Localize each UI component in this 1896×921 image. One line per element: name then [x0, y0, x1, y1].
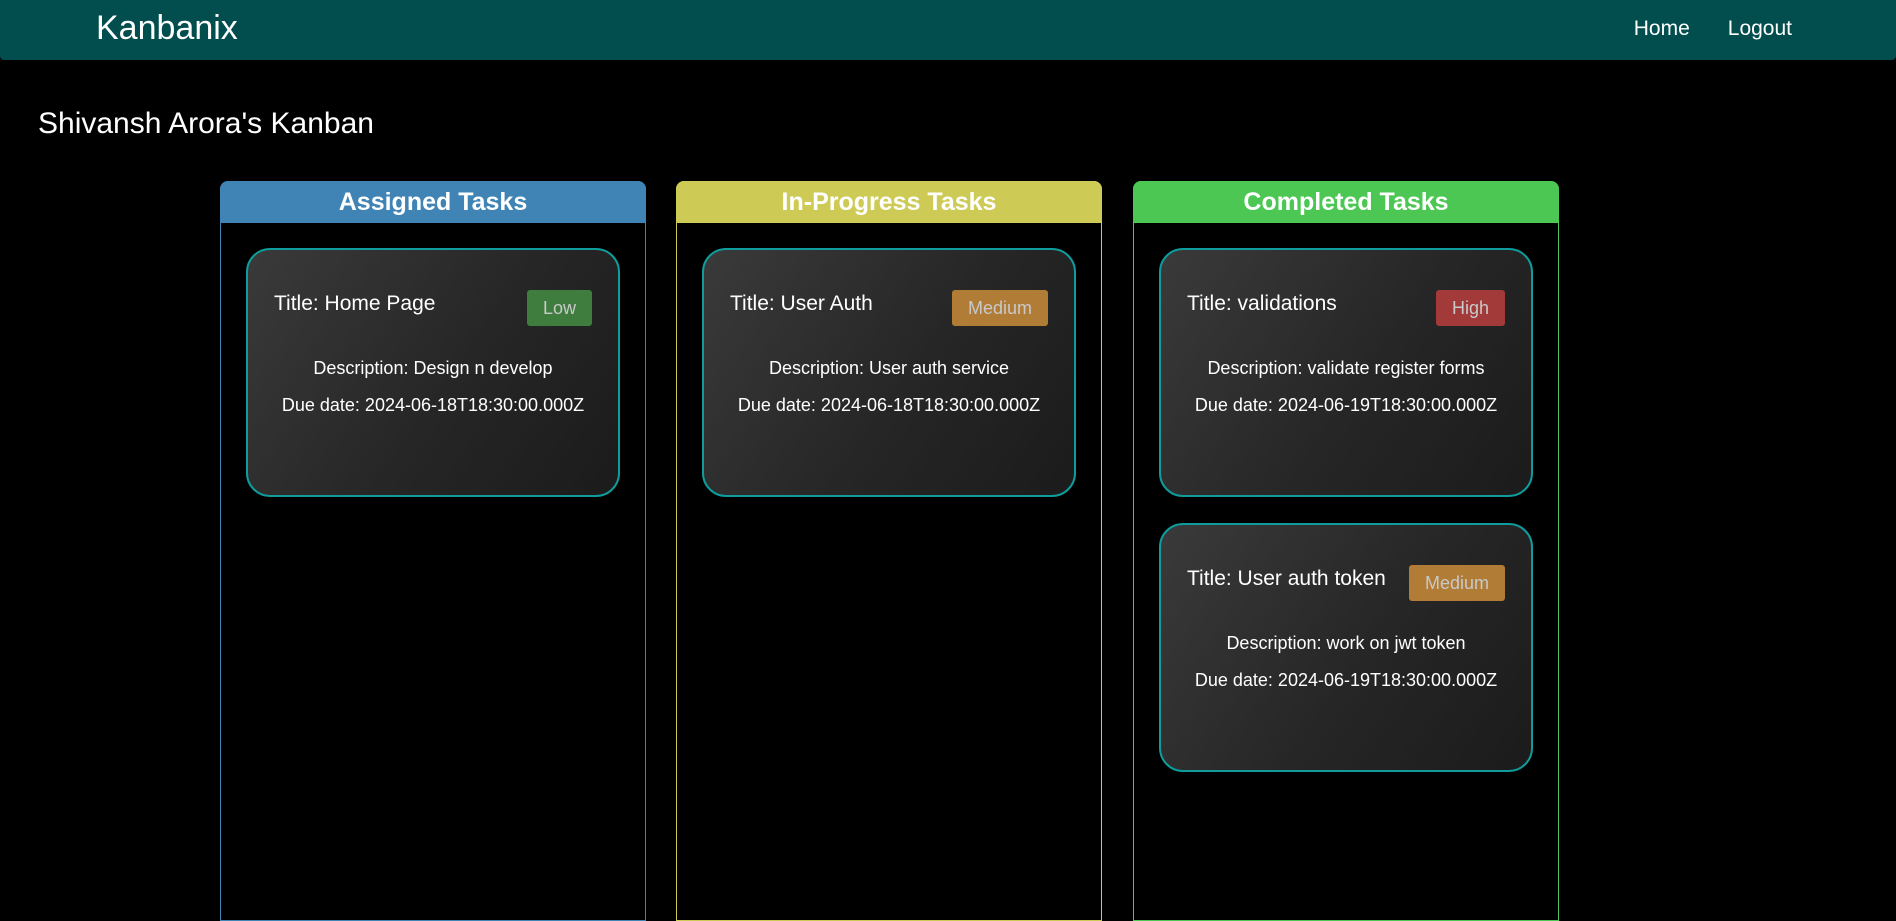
task-title: Title: validations: [1187, 292, 1337, 315]
priority-badge-high: High: [1435, 290, 1505, 326]
task-due-date: Due date: 2024-06-18T18:30:00.000Z: [281, 395, 585, 415]
priority-badge-medium: Medium: [951, 290, 1048, 326]
task-description: Description: validate register forms: [1207, 358, 1485, 378]
task-card[interactable]: Title: validations High Description: val…: [1159, 248, 1533, 497]
nav-home-link[interactable]: Home: [1634, 17, 1690, 41]
column-header-in-progress: In-Progress Tasks: [676, 181, 1102, 223]
priority-badge-medium: Medium: [1408, 565, 1505, 601]
navbar: Kanbanix Home Logout: [0, 0, 1896, 60]
nav-links: Home Logout: [1634, 0, 1792, 58]
priority-badge-low: Low: [526, 290, 592, 326]
task-description: Description: work on jwt token: [1226, 633, 1466, 653]
nav-logout-link[interactable]: Logout: [1728, 17, 1792, 41]
task-due-date: Due date: 2024-06-18T18:30:00.000Z: [737, 395, 1041, 415]
task-description: Description: User auth service: [768, 358, 1010, 378]
task-due-date: Due date: 2024-06-19T18:30:00.000Z: [1194, 670, 1498, 690]
task-title: Title: User auth token: [1187, 567, 1386, 590]
task-card[interactable]: Title: User auth token Medium Descriptio…: [1159, 523, 1533, 772]
task-description: Description: Design n develop: [313, 358, 553, 378]
task-title: Title: Home Page: [274, 292, 436, 315]
task-title: Title: User Auth: [730, 292, 873, 315]
column-in-progress: In-Progress Tasks Title: User Auth Mediu…: [676, 181, 1102, 921]
column-assigned: Assigned Tasks Title: Home Page Low Desc…: [220, 181, 646, 921]
task-card[interactable]: Title: User Auth Medium Description: Use…: [702, 248, 1076, 497]
task-due-date: Due date: 2024-06-19T18:30:00.000Z: [1194, 395, 1498, 415]
column-header-completed: Completed Tasks: [1133, 181, 1559, 223]
task-card[interactable]: Title: Home Page Low Description: Design…: [246, 248, 620, 497]
brand-logo[interactable]: Kanbanix: [96, 8, 238, 48]
column-completed: Completed Tasks Title: validations High …: [1133, 181, 1559, 921]
page-title: Shivansh Arora's Kanban: [38, 107, 374, 140]
column-header-assigned: Assigned Tasks: [220, 181, 646, 223]
